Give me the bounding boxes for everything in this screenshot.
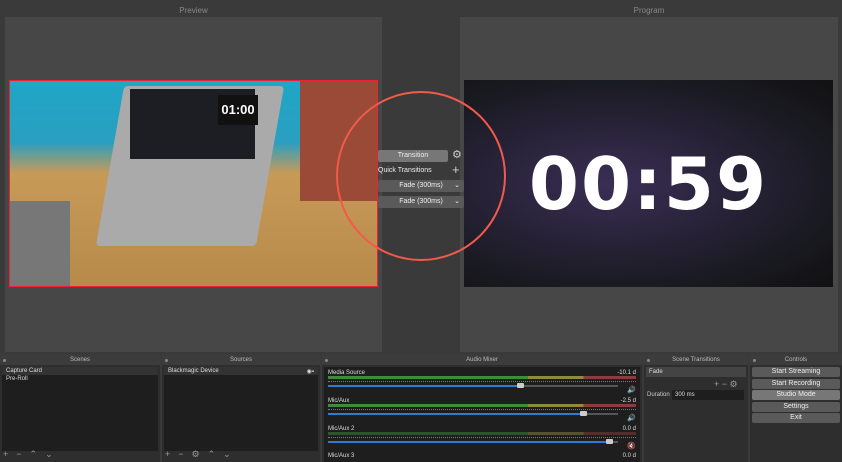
move-up-icon[interactable]: ⌃ xyxy=(208,449,216,460)
gear-icon[interactable]: ⚙ xyxy=(192,449,200,460)
transition-select[interactable]: Fade xyxy=(646,367,746,377)
program-clock: 00:59 xyxy=(464,142,833,226)
duration-input[interactable]: 300 ms xyxy=(672,390,744,400)
scenes-dock: Scenes Capture Card Pre-Roll +−⌃ ⌄ xyxy=(0,355,160,462)
remove-icon[interactable]: − xyxy=(178,449,183,460)
scenes-title: Scenes xyxy=(0,355,160,365)
studio-mode-button[interactable]: Studio Mode xyxy=(752,390,840,400)
exit-button[interactable]: Exit xyxy=(752,413,840,423)
audio-channel: Mic/Aux -2.5 d 🔊 xyxy=(328,397,636,425)
audio-mixer-title: Audio Mixer xyxy=(322,355,642,365)
controls-title: Controls xyxy=(750,355,842,365)
add-icon[interactable]: + xyxy=(3,449,8,460)
quick-transition-2[interactable]: Fade (300ms) ⌄ xyxy=(378,196,464,208)
scene-transitions-dock: Scene Transitions Fade + − ⚙ Duration 30… xyxy=(644,355,748,462)
speaker-icon[interactable]: 🔊 xyxy=(627,414,636,422)
channel-level: -10.1 d xyxy=(617,370,636,376)
scene-item[interactable]: Capture Card xyxy=(2,367,158,375)
program-label: Program xyxy=(460,6,838,15)
speaker-icon[interactable]: 🔊 xyxy=(627,386,636,394)
preview-label: Preview xyxy=(5,6,382,15)
quick-transitions-label: Quick Transitions xyxy=(378,167,432,174)
gear-icon[interactable]: ⚙ xyxy=(452,148,462,161)
transition-button[interactable]: Transition xyxy=(378,150,448,162)
preview-source-frame[interactable]: 01:00 xyxy=(9,80,378,287)
start-streaming-button[interactable]: Start Streaming xyxy=(752,367,840,377)
add-quick-transition-icon[interactable]: + xyxy=(452,162,460,177)
move-down-icon[interactable]: ⌄ xyxy=(223,449,231,460)
chevron-down-icon: ⌄ xyxy=(454,180,460,192)
scene-transitions-title: Scene Transitions xyxy=(644,355,748,365)
audio-mixer-dock: Audio Mixer Media Source -10.1 d 🔊 Mic/Au… xyxy=(322,355,642,462)
quick-transition-label: Fade (300ms) xyxy=(399,198,443,205)
scene-item[interactable]: Pre-Roll xyxy=(2,375,158,383)
channel-level: -2.5 d xyxy=(621,398,636,404)
highlight-circle xyxy=(336,91,506,261)
controls-dock: Controls Start Streaming Start Recording… xyxy=(750,355,842,462)
recorder-device xyxy=(10,201,70,286)
add-remove-config-icons[interactable]: + − ⚙ xyxy=(714,379,738,390)
move-down-icon[interactable]: ⌄ xyxy=(45,449,53,460)
add-icon[interactable]: + xyxy=(165,449,170,460)
muted-speaker-icon[interactable]: 🔇 xyxy=(627,442,636,450)
volume-slider[interactable] xyxy=(328,385,618,387)
volume-slider[interactable] xyxy=(328,441,618,443)
program-output-frame: 00:59 xyxy=(464,80,833,287)
quick-transition-label: Fade (300ms) xyxy=(399,182,443,189)
move-up-icon[interactable]: ⌃ xyxy=(30,449,38,460)
audio-channel: Media Source -10.1 d 🔊 xyxy=(328,369,636,397)
chevron-down-icon: ⌄ xyxy=(454,196,460,208)
sources-title: Sources xyxy=(162,355,320,365)
channel-name: Media Source xyxy=(328,370,365,376)
audio-channel: Mic/Aux 3 0.0 d xyxy=(328,453,636,459)
duration-label: Duration xyxy=(647,392,670,398)
volume-slider[interactable] xyxy=(328,413,618,415)
channel-name: Mic/Aux xyxy=(328,398,349,404)
volume-meter xyxy=(328,432,636,435)
audio-channel: Mic/Aux 20.0 d 🔇 xyxy=(328,425,636,453)
preview-overlay-clock: 01:00 xyxy=(218,95,258,125)
eye-lock-icons[interactable]: ◉▪ xyxy=(307,368,314,375)
source-label: Blackmagic Device xyxy=(168,368,219,374)
channel-name: Mic/Aux 3 xyxy=(328,453,354,459)
quick-transition-1[interactable]: Fade (300ms) ⌄ xyxy=(378,180,464,192)
remove-icon[interactable]: − xyxy=(16,449,21,460)
sources-dock: Sources Blackmagic Device ◉▪ +−⚙ ⌃ ⌄ xyxy=(162,355,320,462)
settings-button[interactable]: Settings xyxy=(752,402,840,412)
channel-level: 0.0 d xyxy=(623,453,636,459)
source-item[interactable]: Blackmagic Device ◉▪ xyxy=(164,367,318,375)
start-recording-button[interactable]: Start Recording xyxy=(752,379,840,389)
